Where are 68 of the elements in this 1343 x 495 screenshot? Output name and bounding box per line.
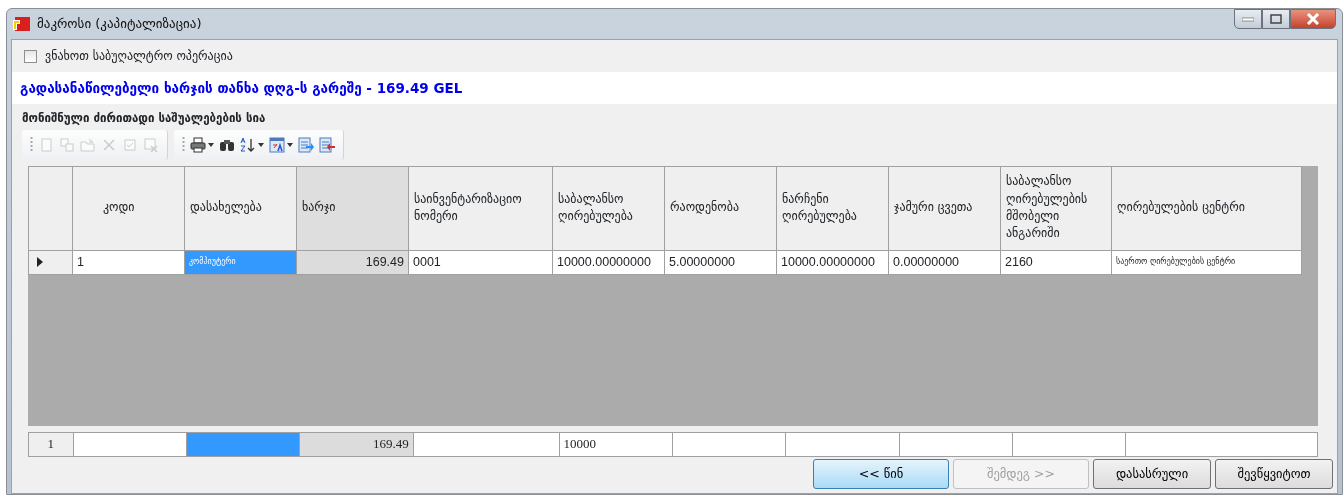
checkbox[interactable]	[24, 49, 37, 63]
column-header[interactable]: ღირებულების ცენტრი	[1111, 166, 1302, 250]
minimize-icon	[1242, 16, 1254, 22]
export-button[interactable]	[298, 136, 314, 153]
checkbox-icon	[122, 136, 138, 153]
column-header[interactable]: რაოდენობა	[664, 166, 777, 250]
document-icon	[38, 136, 54, 153]
toolbar-grip	[30, 135, 33, 154]
wizard-button[interactable]: << წინ	[813, 459, 949, 489]
window-title: მაკროსი (კაპიტალიზაცია)	[37, 15, 202, 34]
column-header[interactable]: საბალანსო ღირებულება	[552, 166, 665, 250]
table-cell[interactable]	[785, 432, 900, 456]
format-icon	[269, 136, 285, 153]
table-cell[interactable]: 1	[72, 250, 185, 274]
dropdown-icon	[287, 142, 293, 147]
folder-icon	[80, 136, 96, 153]
dropdown-icon	[258, 142, 264, 147]
table-cell[interactable]: 169.49	[296, 250, 409, 274]
import-icon	[319, 136, 335, 153]
list-title: მონიშნული ძირითადი საშუალებების სია	[21, 110, 267, 128]
sort-icon	[240, 136, 256, 153]
row-header[interactable]	[28, 250, 73, 274]
maximize-button[interactable]	[1262, 9, 1290, 29]
table-cell[interactable]: 10000.00000000	[552, 250, 665, 274]
import-button[interactable]	[319, 136, 335, 153]
footer-row-label: 1	[28, 432, 74, 456]
table-cell[interactable]: 10000.00000000	[776, 250, 889, 274]
dropdown-icon	[208, 142, 214, 147]
checkbox-label[interactable]: ვნახოთ საბუღალტრო ოპერაცია	[45, 47, 233, 65]
table-cell[interactable]	[73, 432, 187, 456]
wizard-button[interactable]: შევწყვიტოთ	[1215, 459, 1333, 489]
table-cell[interactable]: 10000	[559, 432, 673, 456]
column-header[interactable]: ხარჯი	[296, 166, 409, 250]
summary-text: გადასანაწილებელი ხარჯის თანხა დღგ-ს გარეშე - 169.49 GEL	[12, 72, 1337, 105]
delete-icon	[101, 136, 117, 153]
column-header[interactable]: ჯამური ცვეთა	[888, 166, 1001, 250]
sort-button[interactable]	[240, 136, 264, 153]
table-cell[interactable]: 0001	[408, 250, 553, 274]
wizard-button[interactable]: დასასრული	[1093, 459, 1211, 489]
current-row-icon	[37, 257, 43, 268]
minimize-button[interactable]	[1234, 9, 1262, 29]
column-header[interactable]: დასახელება	[184, 166, 297, 250]
table-cell[interactable]: საერთო ღირებულების ცენტრი	[1111, 250, 1302, 274]
printer-button[interactable]	[190, 136, 214, 153]
table-cell[interactable]	[1125, 432, 1318, 456]
maximize-icon	[1270, 14, 1282, 24]
column-header[interactable]: საინვენტარიზაციო ნომერი	[408, 166, 553, 250]
app-icon	[13, 16, 31, 32]
close-icon	[1306, 13, 1320, 25]
table-cell[interactable]	[899, 432, 1013, 456]
printer-icon	[190, 136, 206, 153]
column-header[interactable]: საბალანსო ღირებულების მშობელი ანგარიში	[1000, 166, 1112, 250]
table-cell[interactable]: 2160	[1000, 250, 1112, 274]
table-cell[interactable]	[1012, 432, 1126, 456]
table-cell[interactable]: 5.00000000	[664, 250, 777, 274]
column-header[interactable]: ნარჩენი ღირებულება	[776, 166, 889, 250]
table-cell[interactable]: 169.49	[299, 432, 414, 456]
format-button[interactable]	[269, 136, 293, 153]
table-cell[interactable]	[186, 432, 300, 456]
uncheck-icon	[143, 136, 159, 153]
copy-icon	[59, 136, 75, 153]
close-button[interactable]	[1290, 9, 1336, 29]
toolbar-grip	[182, 135, 185, 154]
table-cell[interactable]	[672, 432, 786, 456]
column-header[interactable]: კოდი	[72, 166, 185, 250]
table-cell[interactable]: 0.00000000	[888, 250, 1001, 274]
table-cell[interactable]	[413, 432, 560, 456]
export-icon	[298, 136, 314, 153]
